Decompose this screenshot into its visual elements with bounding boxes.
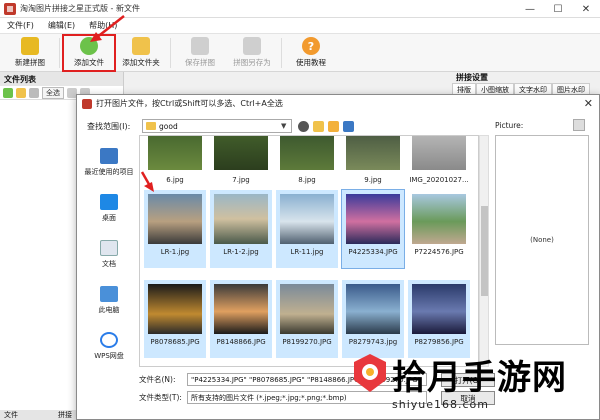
tutorial-button[interactable]: ? 使用教程 [285, 35, 337, 71]
place-desktop[interactable]: 桌面 [81, 185, 137, 231]
image-thumbnail [148, 284, 202, 334]
annotation-arrow-icon [140, 171, 154, 192]
menu-edit[interactable]: 编辑(E) [41, 20, 82, 31]
dialog-close-button[interactable]: ✕ [584, 97, 593, 110]
image-thumbnail [346, 136, 400, 170]
image-thumbnail [346, 284, 400, 334]
image-thumbnail [148, 194, 202, 244]
scrollbar-thumb[interactable] [481, 206, 488, 296]
watermark-title: 拾月手游网 [392, 358, 567, 398]
place-wps-cloud[interactable]: WPS网盘 [81, 323, 137, 369]
filetype-label: 文件类型(T): [139, 393, 182, 402]
status-left: 文件 [4, 411, 18, 419]
folder-add-icon [132, 37, 150, 55]
watermark-url: shiyue168.com [392, 398, 489, 411]
window-title: 淘淘图片拼接之星正式版 - 新文件 [20, 4, 140, 13]
save-icon [191, 37, 209, 55]
place-this-pc[interactable]: 此电脑 [81, 277, 137, 323]
image-thumbnail [214, 284, 268, 334]
lookin-label: 查找范围(I): [87, 121, 131, 131]
back-icon[interactable] [298, 120, 309, 132]
lookin-value: good [159, 121, 178, 131]
image-thumbnail [280, 284, 334, 334]
new-file-icon [21, 37, 39, 55]
chevron-down-icon: ▼ [281, 122, 287, 130]
preview-toggle-icon[interactable] [573, 119, 585, 131]
up-folder-icon[interactable] [313, 120, 324, 132]
site-watermark: 拾月手游网 shiyue168.com [352, 346, 600, 420]
recent-icon [100, 147, 118, 164]
file-item[interactable]: LR-1.jpg [144, 190, 206, 268]
image-thumbnail [412, 284, 466, 334]
view-menu-icon[interactable] [343, 120, 354, 132]
image-thumbnail [280, 136, 334, 170]
settings-header: 拼接设置 [456, 73, 488, 82]
window-controls: — ☐ ✕ [516, 0, 600, 18]
places-bar: 最近使用的项目 桌面 文档 此电脑 WPS网盘 [81, 139, 137, 369]
folder-icon[interactable] [16, 87, 26, 98]
file-grid: 6.jpg 7.jpg 8.jpg 9.jpg IMG_20201027... [139, 135, 479, 367]
preview-none-text: (None) [530, 236, 554, 244]
help-icon: ? [302, 37, 320, 55]
dialog-app-icon [82, 98, 92, 109]
add-icon[interactable] [3, 87, 13, 98]
file-item[interactable]: P8148866.JPG [210, 280, 272, 358]
computer-icon [100, 285, 118, 302]
image-thumbnail [346, 194, 400, 244]
file-item[interactable]: P8078685.JPG [144, 280, 206, 358]
annotation-arrow-icon [90, 15, 125, 42]
folder-icon [146, 122, 156, 130]
lookin-row: 查找范围(I): good ▼ [87, 119, 354, 133]
save-puzzle-button[interactable]: 保存拼图 [174, 35, 226, 71]
settings-panel: 拼接设置 排版 小图缩放 文字水印 图片水印 [452, 72, 600, 96]
dialog-title-bar: 打开图片文件，按Ctrl或Shift可以多选、Ctrl+A全选 ✕ [77, 95, 599, 112]
cloud-icon [100, 331, 118, 348]
image-thumbnail [214, 194, 268, 244]
maximize-button[interactable]: ☐ [544, 0, 572, 18]
preview-pane: (None) [495, 135, 589, 345]
new-folder-icon[interactable] [328, 120, 339, 132]
file-grid-scrollbar[interactable] [479, 135, 489, 367]
file-item[interactable]: LR-1-2.jpg [210, 190, 272, 268]
image-thumbnail [214, 136, 268, 170]
file-list-header: 文件列表 [0, 72, 123, 86]
save-as-icon [243, 37, 261, 55]
image-thumbnail [148, 136, 202, 170]
image-thumbnail [280, 194, 334, 244]
preview-label: Picture: [495, 121, 524, 130]
save-as-button[interactable]: 拼图另存为 [226, 35, 278, 71]
file-item[interactable]: P7224576.JPG [408, 190, 470, 268]
status-mid: 拼接 [58, 411, 72, 419]
menu-file[interactable]: 文件(F) [0, 20, 41, 31]
select-all-button[interactable]: 全选 [42, 86, 64, 99]
filename-label: 文件名(N): [139, 375, 176, 384]
file-item[interactable]: P4225334.JPG [341, 189, 405, 269]
file-item[interactable]: LR-11.jpg [276, 190, 338, 268]
new-puzzle-button[interactable]: 新建拼图 [4, 35, 56, 71]
image-thumbnail [412, 194, 466, 244]
minimize-button[interactable]: — [516, 0, 544, 18]
place-documents[interactable]: 文档 [81, 231, 137, 277]
app-logo-icon [4, 2, 16, 15]
remove-icon[interactable] [29, 87, 39, 98]
site-logo-icon [354, 354, 386, 392]
file-item[interactable]: P8199270.JPG [276, 280, 338, 358]
close-button[interactable]: ✕ [572, 0, 600, 18]
image-thumbnail [412, 136, 466, 170]
document-icon [100, 239, 118, 256]
dialog-title: 打开图片文件，按Ctrl或Shift可以多选、Ctrl+A全选 [96, 99, 283, 108]
lookin-dropdown[interactable]: good ▼ [142, 119, 292, 133]
place-recent[interactable]: 最近使用的项目 [81, 139, 137, 185]
desktop-icon [100, 193, 118, 210]
lookin-tools [298, 120, 354, 132]
